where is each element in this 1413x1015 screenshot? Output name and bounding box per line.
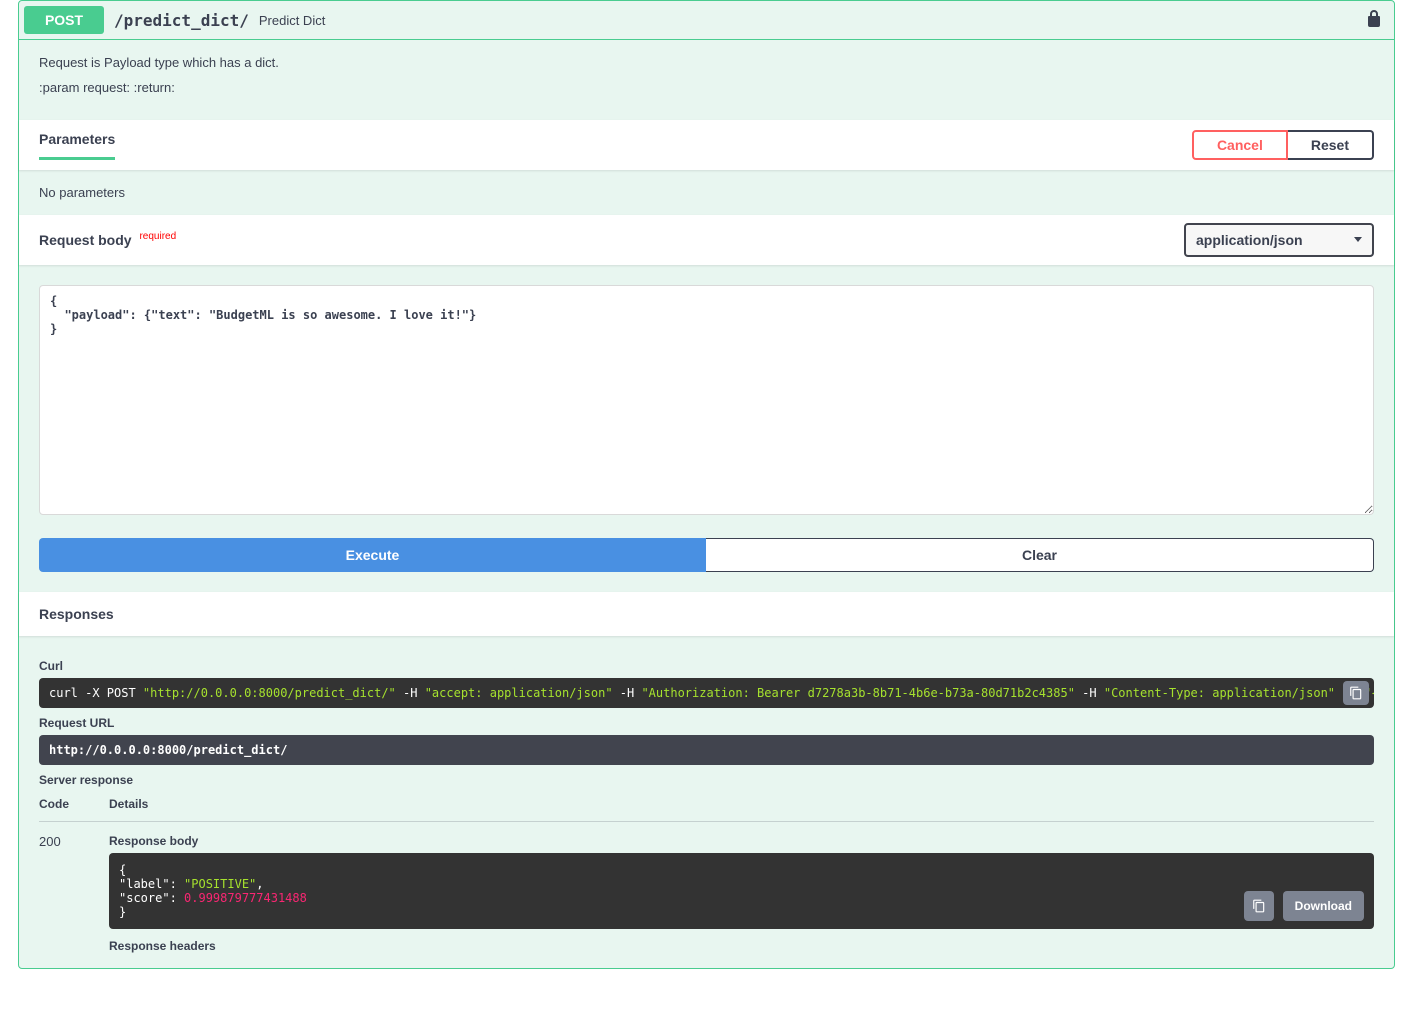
response-body-label: Response body: [109, 834, 1374, 848]
endpoint-summary-text: Predict Dict: [259, 13, 325, 28]
lock-icon[interactable]: [1366, 9, 1382, 30]
method-badge: POST: [24, 6, 104, 34]
response-body: { "label": "POSITIVE", "score": 0.999879…: [109, 853, 1374, 929]
curl-command[interactable]: curl -X POST "http://0.0.0.0:8000/predic…: [39, 678, 1374, 708]
curl-label: Curl: [39, 659, 1374, 673]
parameters-header: Parameters Cancel Reset: [19, 120, 1394, 170]
request-body-header: Request body required application/json: [19, 215, 1394, 265]
parameters-title: Parameters: [39, 131, 115, 160]
download-button[interactable]: Download: [1283, 891, 1364, 921]
clear-button[interactable]: Clear: [706, 538, 1374, 572]
description-line-1: Request is Payload type which has a dict…: [39, 55, 1374, 70]
request-url-value: http://0.0.0.0:8000/predict_dict/: [39, 735, 1374, 765]
details-header: Details: [109, 797, 1374, 822]
no-parameters-text: No parameters: [19, 170, 1394, 215]
content-type-select[interactable]: application/json: [1184, 223, 1374, 257]
endpoint-description: Request is Payload type which has a dict…: [19, 40, 1394, 120]
responses-title: Responses: [19, 592, 1394, 636]
request-url-label: Request URL: [39, 716, 1374, 730]
copy-response-button[interactable]: [1244, 891, 1274, 921]
endpoint-path: /predict_dict/: [114, 11, 249, 30]
request-body-editor[interactable]: [39, 285, 1374, 515]
description-line-2: :param request: :return:: [39, 80, 1374, 95]
responses-section: Curl curl -X POST "http://0.0.0.0:8000/p…: [19, 636, 1394, 968]
response-code: 200: [39, 834, 109, 849]
required-label: required: [139, 231, 176, 242]
endpoint-summary[interactable]: POST /predict_dict/ Predict Dict: [19, 1, 1394, 40]
response-headers-label: Response headers: [109, 939, 1374, 953]
code-header: Code: [39, 797, 109, 822]
request-body-title: Request body: [39, 232, 132, 248]
execute-button[interactable]: Execute: [39, 538, 706, 572]
cancel-button[interactable]: Cancel: [1192, 130, 1288, 160]
endpoint-block: POST /predict_dict/ Predict Dict Request…: [18, 0, 1395, 969]
server-response-label: Server response: [39, 773, 1374, 787]
reset-button[interactable]: Reset: [1288, 130, 1374, 160]
copy-curl-button[interactable]: [1343, 681, 1369, 705]
